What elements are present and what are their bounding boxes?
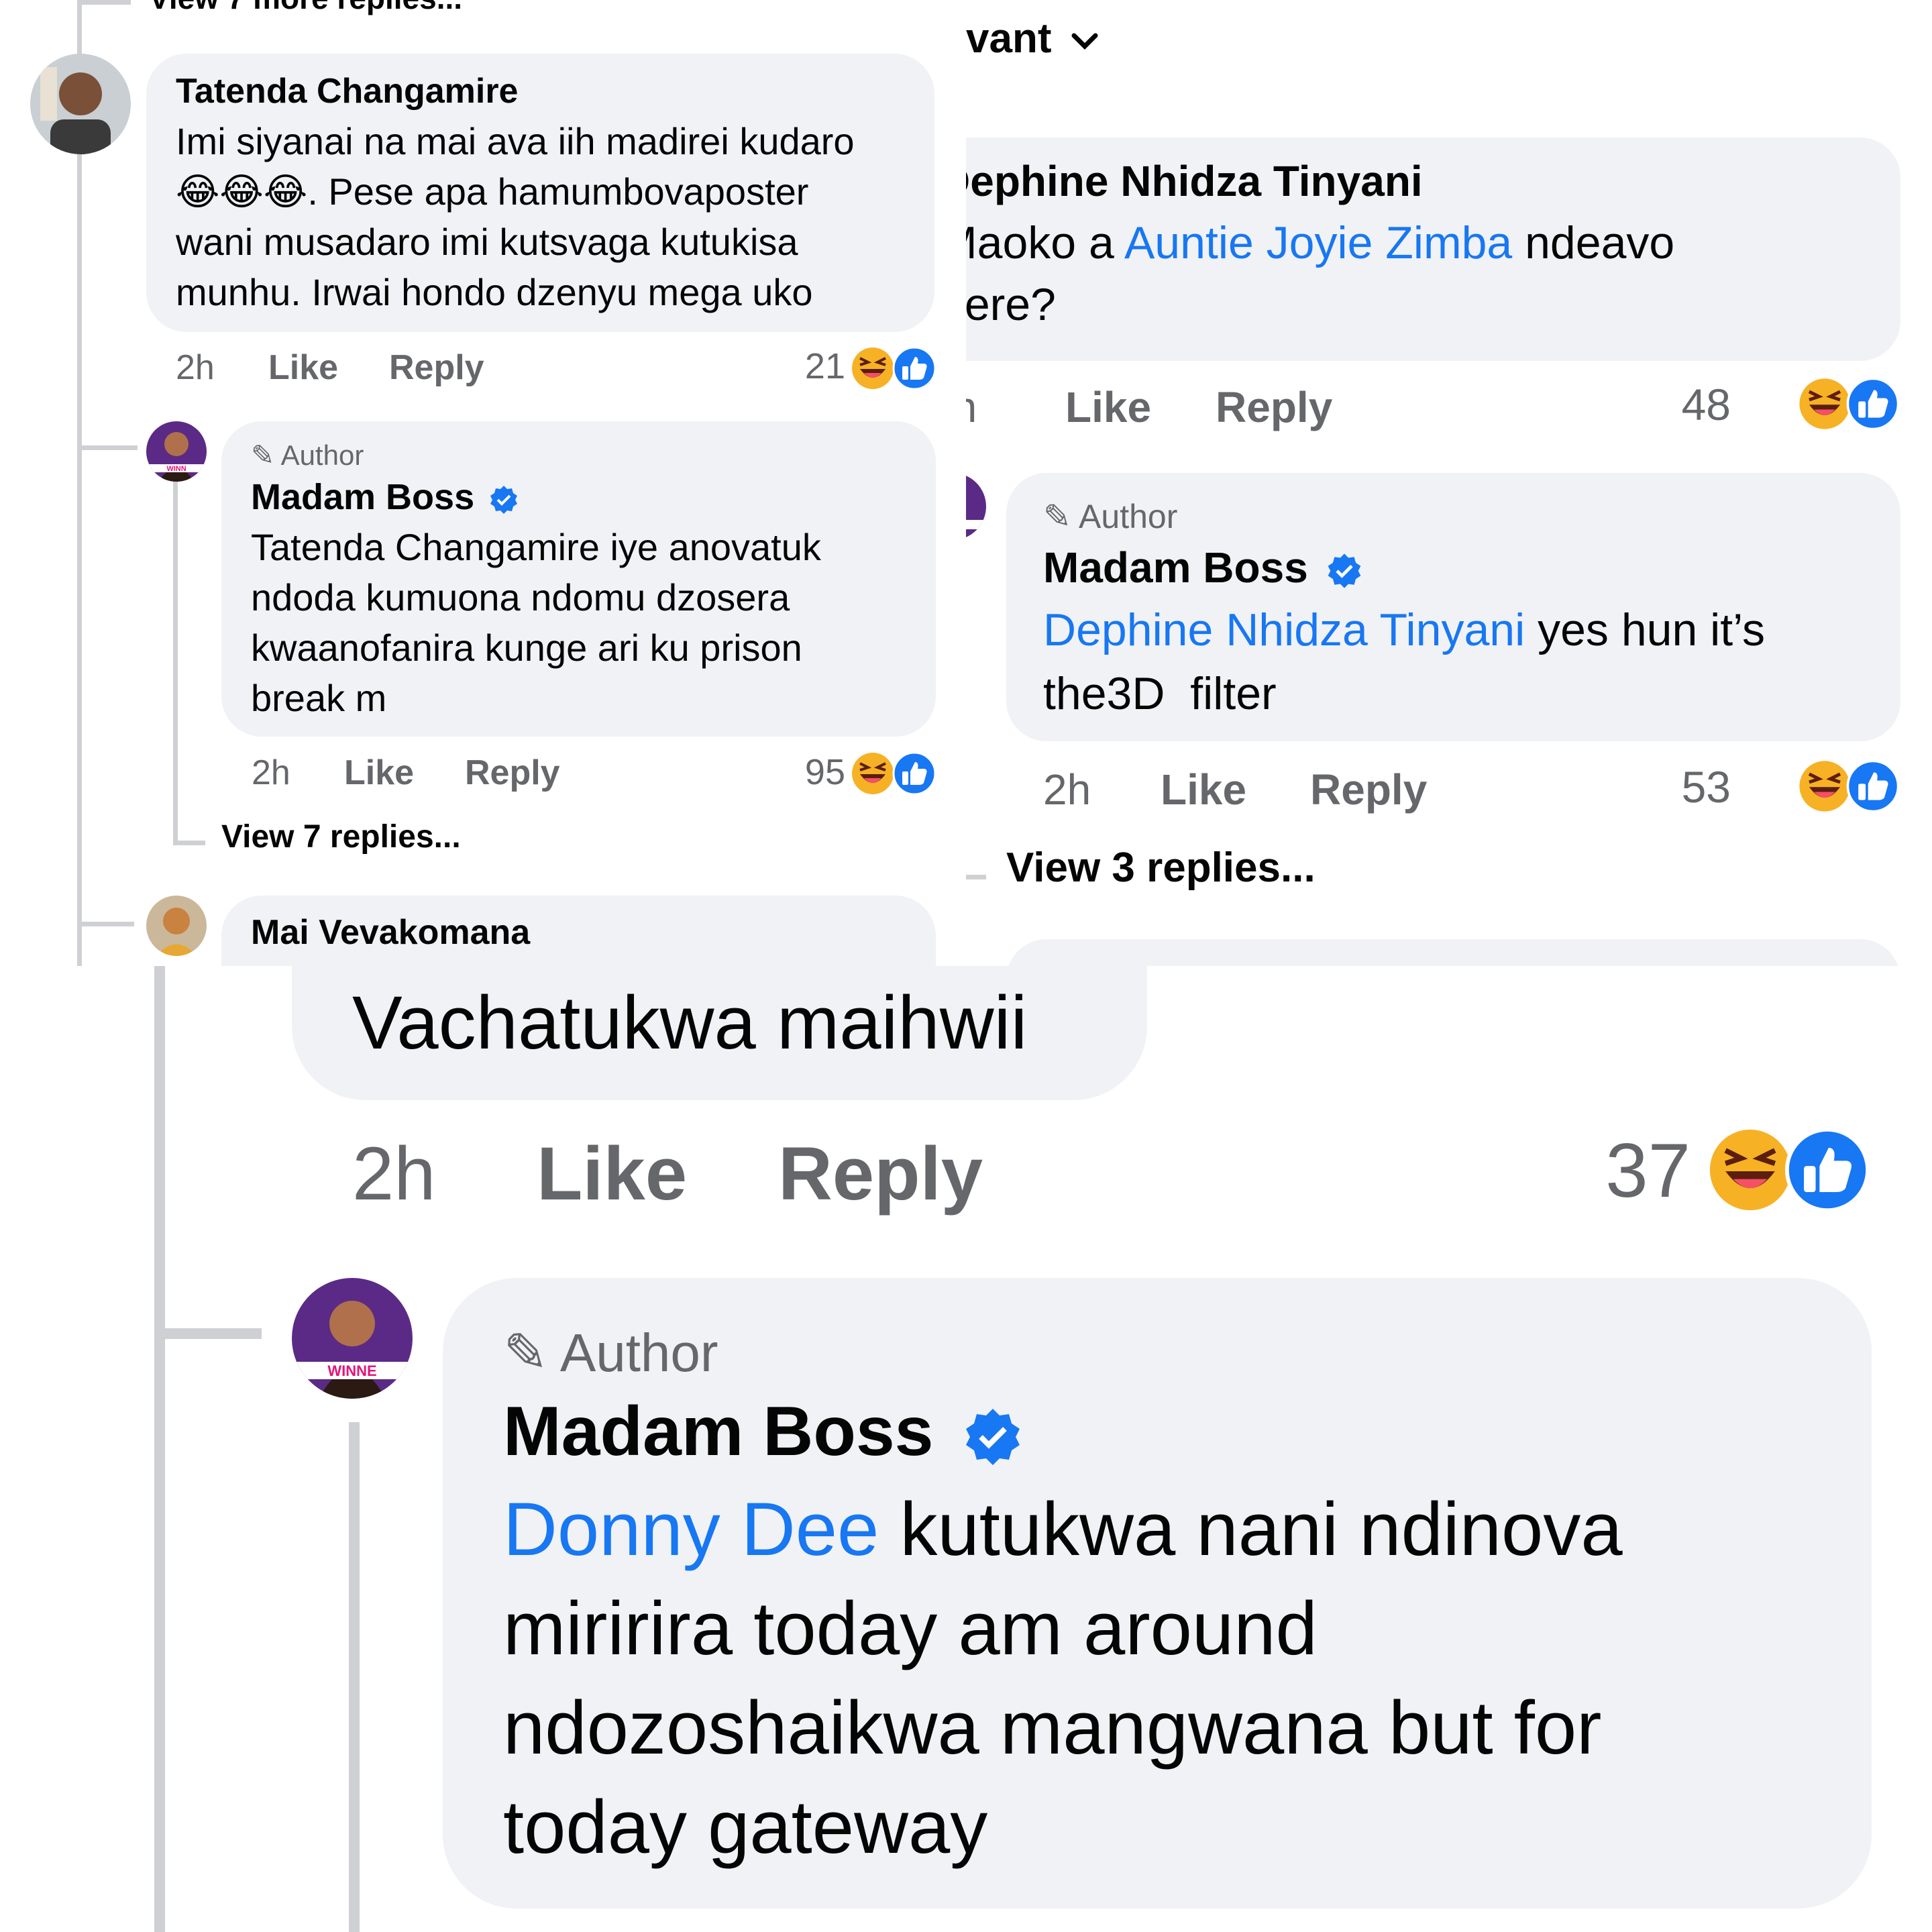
comment-author[interactable]: Madam Boss [251, 476, 519, 518]
reaction-count[interactable]: 48 [1657, 379, 1731, 430]
thread-line [154, 966, 165, 1932]
comment-bubble: Vachatukwa maihwii [292, 966, 1147, 1100]
reply-bubble: ✎ Author Madam Boss Donny Dee kutukwa na… [443, 1278, 1872, 1909]
mention-link[interactable]: Auntie Joyie Zimba [1124, 217, 1512, 268]
thread-connector [77, 922, 134, 926]
like-reaction-icon [1846, 759, 1900, 813]
reply-button[interactable]: Reply [1216, 382, 1332, 432]
avatar[interactable] [966, 473, 986, 540]
view-more-replies-link[interactable]: View 7 more replies... [149, 0, 462, 16]
author-badge: ✎ Author [251, 439, 364, 471]
comment-text-line: Maoko a Auntie Joyie Zimba ndeavo [966, 217, 1675, 268]
thread-line [349, 1422, 360, 1932]
reaction-count[interactable]: 21 [778, 345, 845, 387]
thread-connector [966, 875, 986, 879]
avatar[interactable] [30, 54, 131, 154]
like-button[interactable]: Like [268, 347, 338, 388]
haha-reaction-icon [1799, 761, 1850, 812]
reply-button[interactable]: Reply [389, 347, 484, 388]
haha-reaction-icon [852, 347, 894, 389]
chevron-down-icon [1071, 33, 1098, 50]
reaction-count[interactable]: 37 [1476, 1127, 1690, 1215]
comment-text-line: 😂😂😂. Pese apa hamumbovaposter [176, 170, 809, 213]
thread-line [173, 470, 178, 845]
comment-bubble: Tatenda Changamire Imi siyanai na mai av… [146, 54, 934, 332]
view-replies-link[interactable]: View 7 replies... [221, 818, 461, 855]
reply-text-line: ndoda kumuona ndomu dzosera [251, 576, 790, 619]
like-reaction-icon [1846, 377, 1900, 431]
comment-author[interactable]: Dephine Nhidza Tinyani [966, 156, 1423, 206]
reply-text-line: Donny Dee kutukwa nani ndinova [503, 1487, 1623, 1571]
reaction-count[interactable]: 53 [1657, 761, 1731, 812]
comment-text-line: here? [966, 279, 1056, 330]
comment-text-line: munhu. Irwai hondo dzenyu mega uko [176, 271, 813, 313]
reply-bubble: ✎ Author Madam Boss Tatenda Changamire i… [221, 421, 936, 737]
comment-time[interactable]: 2h [252, 753, 290, 793]
haha-reaction-icon [1709, 1129, 1791, 1211]
comment-bubble: Dephine Nhidza Tinyani Maoko a Auntie Jo… [966, 138, 1900, 361]
reply-button[interactable]: Reply [778, 1130, 983, 1217]
reply-bubble: ✎ Author Madam Boss Dephine Nhidza Tinya… [1006, 473, 1900, 741]
laughing-emoji: 😂😂😂 [176, 170, 308, 213]
verified-badge-icon [490, 485, 518, 514]
pencil-icon: ✎ [251, 439, 275, 471]
reply-text-line: miririra today am around [503, 1587, 1318, 1670]
reply-button[interactable]: Reply [465, 753, 560, 793]
comment-author[interactable]: Madam Boss [503, 1392, 1024, 1472]
right-comments-panel: vant Dephine Nhidza Tinyani Maoko a Aunt… [966, 0, 1932, 966]
bottom-comments-panel: Vachatukwa maihwii 2h Like Reply 37 WINN… [0, 966, 1932, 1932]
comment-text-line: Imi siyanai na mai ava iih madirei kudar… [176, 120, 855, 162]
thread-connector [173, 841, 205, 845]
author-badge: ✎ Author [1043, 498, 1178, 535]
like-reaction-icon [892, 751, 936, 796]
reply-text-line: today gateway [503, 1785, 988, 1869]
comment-time[interactable]: 2h [176, 347, 215, 388]
reply-button[interactable]: Reply [1310, 765, 1427, 814]
comment-author[interactable]: Madam Boss [1043, 543, 1363, 592]
mention-link[interactable]: Dephine Nhidza Tinyani [1043, 604, 1525, 655]
comment-time[interactable]: 2h [1043, 765, 1091, 814]
like-reaction-icon [892, 346, 936, 390]
like-button[interactable]: Like [537, 1130, 687, 1217]
comment-author[interactable]: Tatenda Changamire [176, 71, 518, 111]
thread-connector [154, 1328, 262, 1339]
haha-reaction-icon [1799, 378, 1850, 429]
comment-author[interactable]: Mai Vevakomana [251, 912, 530, 953]
comment-time[interactable]: 2h [966, 382, 977, 432]
verified-badge-icon [1328, 553, 1360, 588]
left-comments-panel: View 7 more replies... Tatenda Changamir… [0, 0, 966, 966]
comment-text-line: wani musadaro imi kutsvaga kutukisa [176, 221, 798, 263]
haha-reaction-icon [852, 753, 894, 794]
reply-text-line: break m [251, 677, 387, 719]
verified-badge-icon [966, 1408, 1020, 1465]
like-button[interactable]: Like [1161, 765, 1246, 814]
reply-text-line: the3D filter [1043, 668, 1277, 719]
reply-text-line: Dephine Nhidza Tinyani yes hun it’s [1043, 604, 1766, 655]
comment-time[interactable]: 2h [352, 1130, 436, 1217]
thread-connector [77, 0, 131, 5]
view-replies-link[interactable]: View 3 replies... [1006, 844, 1316, 892]
svg-text:WINN: WINN [166, 465, 186, 473]
avatar[interactable] [146, 896, 207, 956]
author-badge: ✎ Author [503, 1323, 718, 1383]
thread-connector [77, 445, 138, 450]
like-button[interactable]: Like [344, 753, 414, 793]
reply-text-line: ndozoshaikwa mangwana but for [503, 1686, 1602, 1770]
avatar[interactable]: WINNE [292, 1278, 413, 1399]
comment-text: Vachatukwa maihwii [352, 981, 1028, 1065]
like-reaction-icon [1784, 1127, 1870, 1213]
reply-text-line: Tatenda Changamire iye anovatuk [251, 526, 821, 568]
mention-link[interactable]: Donny Dee [503, 1487, 879, 1571]
comment-bubble [1006, 939, 1900, 966]
reaction-count[interactable]: 95 [778, 751, 845, 793]
pencil-icon: ✎ [1043, 498, 1071, 535]
comment-bubble: Mai Vevakomana [221, 896, 936, 966]
svg-text:WINNE: WINNE [327, 1362, 376, 1379]
sort-dropdown[interactable]: vant [966, 15, 1099, 62]
avatar[interactable]: WINN [146, 421, 207, 482]
pencil-icon: ✎ [503, 1323, 549, 1383]
reply-text-line: kwaanofanira kunge ari ku prison [251, 627, 802, 669]
like-button[interactable]: Like [1065, 382, 1151, 432]
